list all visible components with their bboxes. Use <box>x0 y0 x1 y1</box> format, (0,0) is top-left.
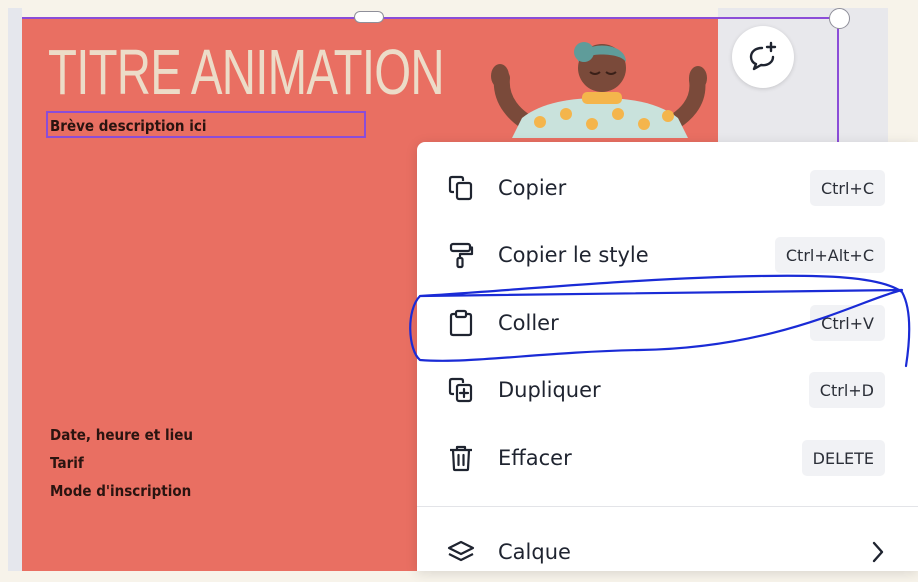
design-title[interactable]: TITRE ANIMATION <box>48 40 445 104</box>
info-line-registration[interactable]: Mode d'inscription <box>50 482 191 500</box>
menu-item-label: Dupliquer <box>498 378 601 402</box>
info-line-price[interactable]: Tarif <box>50 454 84 472</box>
add-comment-icon <box>749 41 777 71</box>
canvas-edge <box>8 8 22 571</box>
resize-handle[interactable] <box>829 8 850 29</box>
layers-icon <box>447 540 475 562</box>
shortcut-badge: Ctrl+C <box>809 170 885 206</box>
trash-icon <box>450 445 472 472</box>
menu-item-label: Copier <box>498 176 567 200</box>
shortcut-badge: DELETE <box>801 440 885 476</box>
paint-roller-icon <box>449 242 474 269</box>
menu-item-duplicate[interactable]: Dupliquer Ctrl+D <box>417 360 918 420</box>
chevron-right-icon <box>872 541 884 563</box>
duplicate-icon <box>448 377 473 403</box>
menu-item-copy[interactable]: Copier Ctrl+C <box>417 158 918 218</box>
shortcut-badge: Ctrl+Alt+C <box>774 237 885 273</box>
menu-item-label: Calque <box>498 540 571 564</box>
shortcut-badge: Ctrl+V <box>810 305 885 341</box>
clipboard-icon <box>449 309 473 337</box>
info-line-date[interactable]: Date, heure et lieu <box>50 426 193 444</box>
menu-item-delete[interactable]: Effacer DELETE <box>417 428 918 488</box>
context-menu: Copier Ctrl+C Copier le style Ctrl+Alt+C… <box>417 142 918 571</box>
design-subtitle[interactable]: Brève description ici <box>50 117 207 135</box>
copy-icon <box>448 175 473 201</box>
menu-item-label: Coller <box>498 311 559 335</box>
add-comment-button[interactable] <box>732 26 794 88</box>
menu-item-label: Effacer <box>498 446 572 470</box>
menu-item-label: Copier le style <box>498 243 649 267</box>
menu-item-layer[interactable]: Calque <box>417 522 918 582</box>
menu-separator <box>417 506 918 507</box>
rotate-handle[interactable] <box>354 11 384 23</box>
menu-item-paste[interactable]: Coller Ctrl+V <box>417 293 918 353</box>
menu-item-copy-style[interactable]: Copier le style Ctrl+Alt+C <box>417 225 918 285</box>
shortcut-badge: Ctrl+D <box>808 372 885 408</box>
